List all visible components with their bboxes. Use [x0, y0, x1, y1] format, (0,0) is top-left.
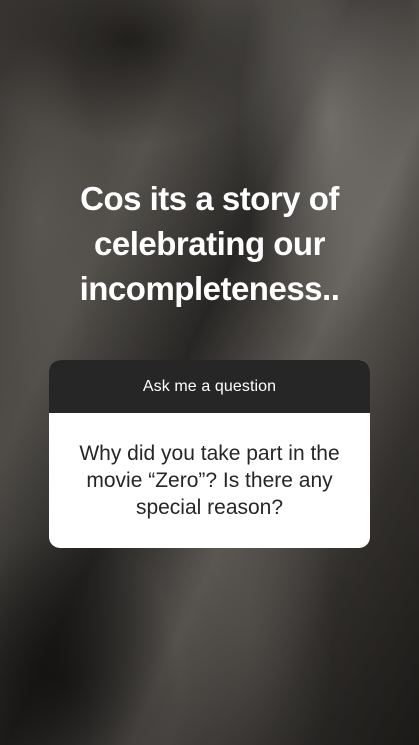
question-sticker-body: Why did you take part in the movie “Zero… [49, 413, 370, 548]
question-sticker-question-text: Why did you take part in the movie “Zero… [79, 442, 340, 519]
question-sticker-header: Ask me a question [49, 360, 370, 413]
question-sticker-header-label: Ask me a question [142, 377, 277, 395]
story-answer-text: Cos its a story of celebrating our incom… [79, 180, 340, 307]
question-sticker[interactable]: Ask me a question Why did you take part … [49, 360, 370, 548]
